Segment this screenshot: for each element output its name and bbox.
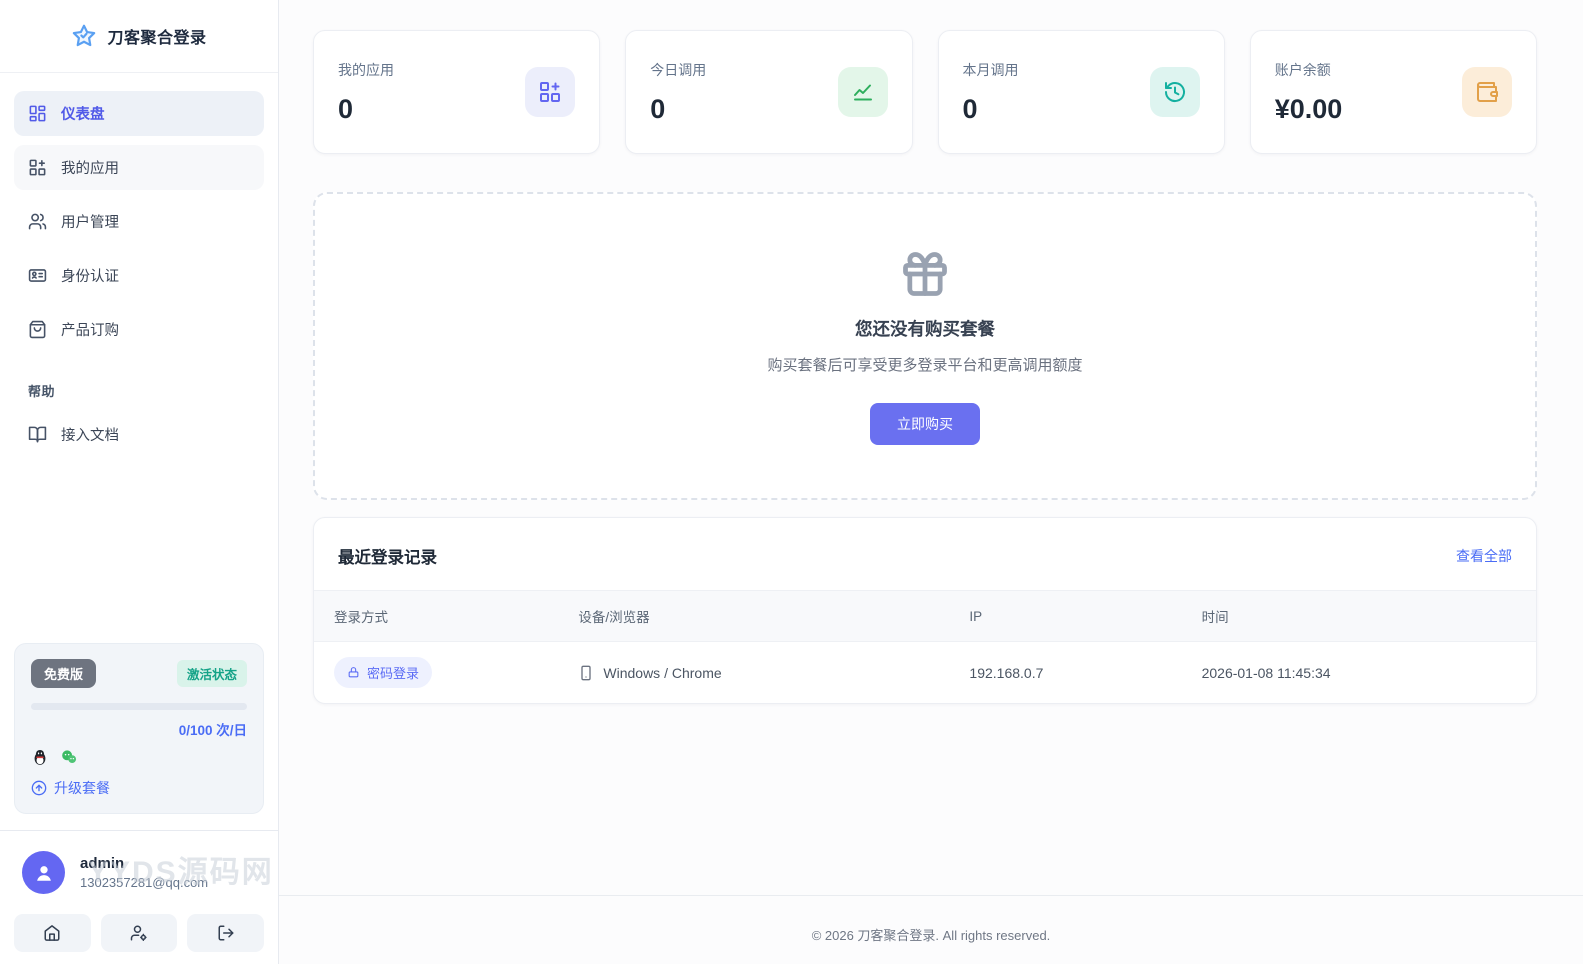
sidebar-section-help: 帮助 — [14, 361, 264, 412]
stat-card-month-calls: 本月调用 0 — [938, 30, 1225, 154]
sidebar-item-label: 产品订购 — [61, 319, 119, 340]
stat-card-my-apps: 我的应用 0 — [313, 30, 600, 154]
home-icon — [43, 924, 61, 942]
footer: © 2026 刀客聚合登录. All rights reserved. — [279, 895, 1583, 964]
column-header-device: 设备/浏览器 — [558, 591, 949, 642]
view-all-link[interactable]: 查看全部 — [1456, 546, 1512, 566]
stat-label: 账户余额 — [1275, 60, 1343, 80]
stat-value: 0 — [338, 94, 394, 125]
smartphone-icon — [578, 665, 594, 681]
wechat-icon — [60, 748, 78, 766]
user-cog-icon — [130, 924, 148, 942]
sidebar-nav: 仪表盘 我的应用 用户管理 — [0, 73, 278, 643]
brand-logo: 刀客聚合登录 — [0, 0, 278, 73]
lock-icon — [347, 666, 360, 679]
stat-value: ¥0.00 — [1275, 94, 1343, 125]
sidebar-item-identity[interactable]: 身份认证 — [14, 253, 264, 298]
recent-logins-card: 最近登录记录 查看全部 登录方式 设备/浏览器 IP 时间 — [313, 517, 1537, 704]
arrow-up-circle-icon — [31, 780, 47, 796]
recent-logins-title: 最近登录记录 — [338, 544, 437, 568]
stat-cards: 我的应用 0 今日调用 0 — [313, 30, 1537, 154]
stat-card-balance: 账户余额 ¥0.00 — [1250, 30, 1537, 154]
sidebar-item-my-apps[interactable]: 我的应用 — [14, 145, 264, 190]
device-cell: Windows / Chrome — [578, 665, 929, 681]
dashboard-icon — [28, 104, 47, 123]
quota-progress-bar — [31, 703, 247, 710]
chart-line-icon — [851, 80, 875, 104]
sidebar-item-label: 身份认证 — [61, 265, 119, 286]
sidebar-item-user-management[interactable]: 用户管理 — [14, 199, 264, 244]
upgrade-plan-label: 升级套餐 — [54, 778, 110, 798]
platform-icons — [31, 748, 247, 766]
device-label: Windows / Chrome — [603, 665, 721, 681]
table-row: 密码登录 Windows / Chrome 192.168.0.7 — [314, 642, 1536, 704]
book-open-icon — [28, 425, 47, 444]
copyright-text: © 2026 刀客聚合登录. All rights reserved. — [812, 928, 1051, 943]
sidebar-item-dashboard[interactable]: 仪表盘 — [14, 91, 264, 136]
sidebar: 刀客聚合登录 仪表盘 我的应用 — [0, 0, 279, 964]
sidebar-item-docs[interactable]: 接入文档 — [14, 412, 264, 457]
stat-label: 本月调用 — [963, 60, 1019, 80]
login-method-badge: 密码登录 — [334, 657, 432, 688]
recent-logins-table: 登录方式 设备/浏览器 IP 时间 密码登录 — [314, 590, 1536, 703]
squares-plus-icon — [28, 158, 47, 177]
plan-tier-badge: 免费版 — [31, 659, 96, 688]
user-email: 1302357281@qq.com — [80, 875, 208, 890]
logout-icon — [217, 924, 235, 942]
brand-name: 刀客聚合登录 — [107, 24, 206, 48]
squares-plus-icon — [538, 80, 562, 104]
star-icon — [71, 23, 97, 49]
upgrade-plan-link[interactable]: 升级套餐 — [31, 778, 110, 798]
quota-text: 0/100 次/日 — [31, 719, 247, 739]
users-icon — [28, 212, 47, 231]
ip-cell: 192.168.0.7 — [949, 642, 1181, 704]
logout-button[interactable] — [187, 914, 264, 952]
shopping-bag-icon — [28, 320, 47, 339]
sidebar-item-label: 我的应用 — [61, 157, 119, 178]
gift-icon — [899, 248, 951, 300]
no-package-panel: 您还没有购买套餐 购买套餐后可享受更多登录平台和更高调用额度 立即购买 — [313, 192, 1537, 500]
main-content: 我的应用 0 今日调用 0 — [279, 0, 1583, 964]
column-header-method: 登录方式 — [314, 591, 558, 642]
column-header-ip: IP — [949, 591, 1181, 642]
empty-state-description: 购买套餐后可享受更多登录平台和更高调用额度 — [767, 354, 1082, 375]
home-button[interactable] — [14, 914, 91, 952]
stat-card-today-calls: 今日调用 0 — [625, 30, 912, 154]
qq-icon — [31, 748, 49, 766]
column-header-time: 时间 — [1182, 591, 1536, 642]
stat-label: 今日调用 — [650, 60, 706, 80]
id-card-icon — [28, 266, 47, 285]
stat-value: 0 — [963, 94, 1019, 125]
sidebar-item-products[interactable]: 产品订购 — [14, 307, 264, 352]
stat-label: 我的应用 — [338, 60, 394, 80]
sidebar-item-label: 用户管理 — [61, 211, 119, 232]
avatar[interactable] — [22, 851, 65, 894]
history-icon — [1163, 80, 1187, 104]
login-method-label: 密码登录 — [367, 663, 419, 682]
account-settings-button[interactable] — [101, 914, 178, 952]
app-window: 刀客聚合登录 仪表盘 我的应用 — [0, 0, 1583, 964]
user-icon — [33, 862, 55, 884]
empty-state-title: 您还没有购买套餐 — [855, 316, 995, 341]
profile-section: YYDS源码网 admin 1302357281@qq.com — [0, 830, 278, 964]
plan-card: 免费版 激活状态 0/100 次/日 — [14, 643, 264, 814]
buy-now-button[interactable]: 立即购买 — [870, 403, 980, 445]
sidebar-item-label: 仪表盘 — [61, 103, 105, 124]
wallet-icon — [1475, 80, 1499, 104]
sidebar-item-label: 接入文档 — [61, 424, 119, 445]
user-name: admin — [80, 855, 208, 872]
plan-status-badge: 激活状态 — [177, 660, 247, 687]
time-cell: 2026-01-08 11:45:34 — [1182, 642, 1536, 704]
stat-value: 0 — [650, 94, 706, 125]
